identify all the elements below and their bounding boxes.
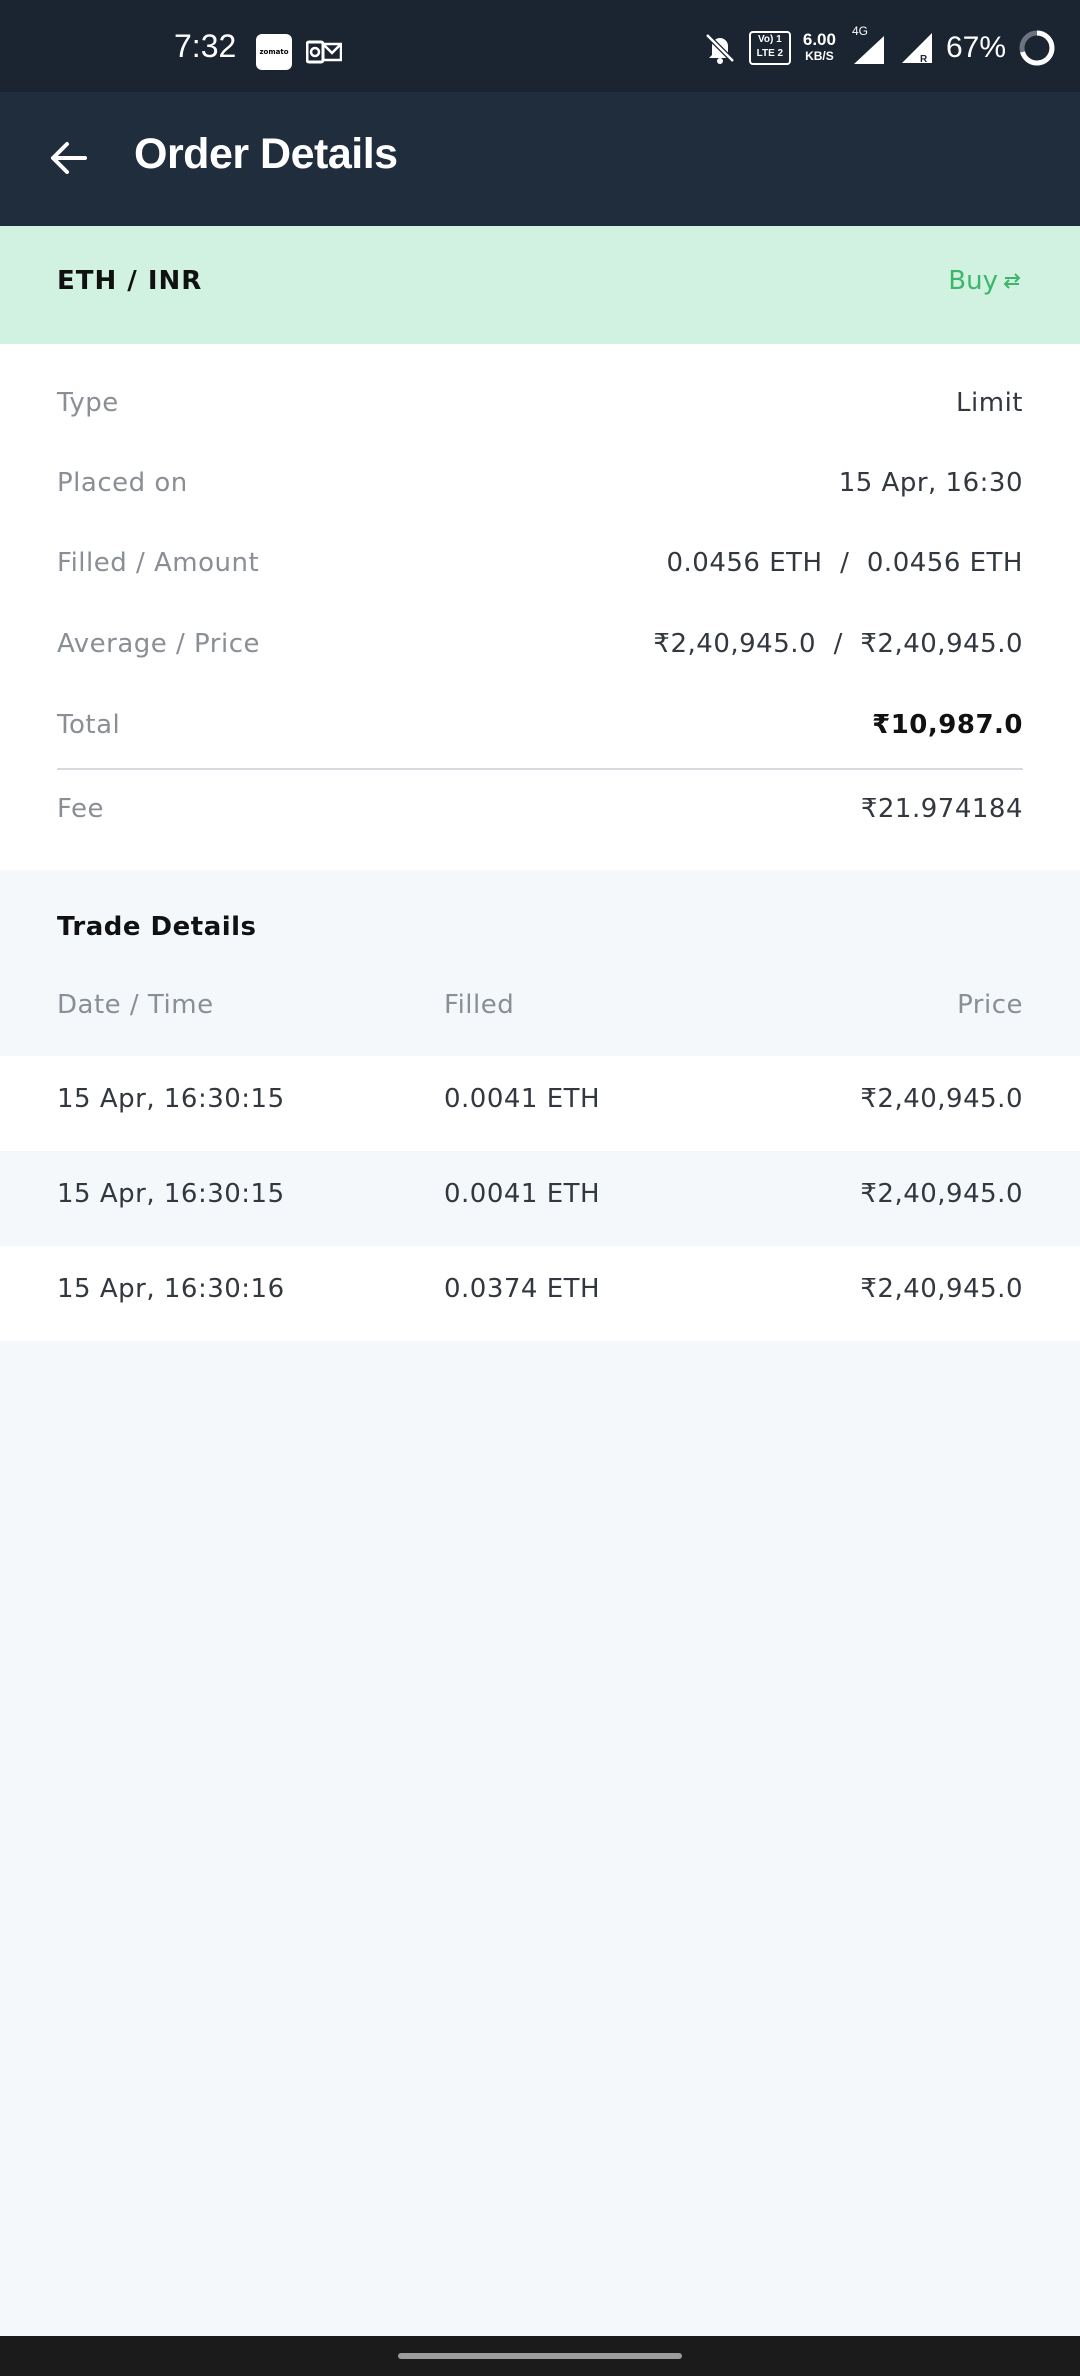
trade-row: 15 Apr, 16:30:15 0.0041 ETH ₹2,40,945.0	[0, 1151, 1080, 1246]
detail-row-placed-on: Placed on 15 Apr, 16:30	[57, 463, 1023, 503]
status-time: 7:32	[174, 28, 237, 64]
detail-row-fee: Fee ₹21.974184	[57, 789, 1023, 829]
trade-price: ₹2,40,945.0	[860, 1274, 1023, 1304]
detail-row-filled-amount: Filled / Amount 0.0456 ETH / 0.0456 ETH	[57, 543, 1023, 583]
detail-row-type: Type Limit	[57, 383, 1023, 423]
svg-text:R: R	[920, 54, 928, 65]
section-title: Trade Details	[57, 912, 257, 942]
signal-roaming-icon: R	[901, 33, 932, 65]
detail-row-total: Total ₹10,987.0	[57, 705, 1023, 745]
order-details-panel: Type Limit Placed on 15 Apr, 16:30 Fille…	[0, 344, 1080, 870]
detail-value: Limit	[956, 388, 1023, 418]
back-button[interactable]	[36, 125, 102, 191]
divider	[57, 768, 1023, 770]
battery-percent: 67%	[945, 31, 1006, 64]
mute-icon	[705, 33, 735, 64]
detail-label: Average / Price	[57, 629, 260, 659]
arrow-left-icon	[51, 142, 87, 174]
detail-value: ₹21.974184	[860, 794, 1023, 824]
pair-banner: ETH / INR Buy	[0, 226, 1080, 344]
network-speed: 6.00 KB/S	[802, 30, 836, 63]
detail-label: Filled / Amount	[57, 548, 260, 578]
detail-row-average-price: Average / Price ₹2,40,945.0 / ₹2,40,945.…	[57, 624, 1023, 664]
swap-arrows-icon	[1003, 273, 1021, 289]
trade-row: 15 Apr, 16:30:16 0.0374 ETH ₹2,40,945.0	[0, 1246, 1080, 1341]
detail-label: Placed on	[57, 468, 188, 498]
detail-label: Type	[57, 388, 119, 418]
home-indicator[interactable]	[398, 2353, 682, 2359]
detail-value: 15 Apr, 16:30	[838, 468, 1023, 498]
column-header-filled: Filled	[444, 990, 515, 1020]
order-details-screen: 7:32 zomato Vo) 1 LTE 2 6.00 KB/S 4G R 6…	[0, 0, 1080, 2376]
trade-row: 15 Apr, 16:30:15 0.0041 ETH ₹2,40,945.0	[0, 1056, 1080, 1151]
trade-filled: 0.0041 ETH	[444, 1084, 601, 1114]
trade-details-header: Trade Details Date / Time Filled Price	[0, 870, 1080, 1056]
page-title: Order Details	[134, 130, 398, 178]
system-nav-bar	[0, 2336, 1080, 2376]
order-side-label: Buy	[948, 266, 1022, 296]
trade-price: ₹2,40,945.0	[860, 1179, 1023, 1209]
detail-value: ₹10,987.0	[872, 710, 1023, 740]
pair-name: ETH / INR	[57, 266, 203, 296]
trade-filled: 0.0374 ETH	[444, 1274, 601, 1304]
trade-filled: 0.0041 ETH	[444, 1179, 601, 1209]
trade-price: ₹2,40,945.0	[860, 1084, 1023, 1114]
app-bar: Order Details	[0, 92, 1080, 226]
detail-value: 0.0456 ETH / 0.0456 ETH	[666, 548, 1023, 578]
detail-value: ₹2,40,945.0 / ₹2,40,945.0	[653, 629, 1023, 659]
signal-icon: 4G	[848, 24, 888, 66]
detail-label: Total	[57, 710, 121, 740]
status-bar: 7:32 zomato Vo) 1 LTE 2 6.00 KB/S 4G R 6…	[0, 0, 1080, 92]
trade-date: 15 Apr, 16:30:15	[57, 1084, 285, 1114]
zomato-notification-icon: zomato	[256, 34, 292, 70]
trade-date: 15 Apr, 16:30:15	[57, 1179, 285, 1209]
trade-date: 15 Apr, 16:30:16	[57, 1274, 285, 1304]
column-header-price: Price	[957, 990, 1023, 1020]
outlook-notification-icon	[306, 40, 342, 64]
detail-label: Fee	[57, 794, 105, 824]
battery-icon	[1019, 30, 1055, 66]
column-header-date: Date / Time	[57, 990, 214, 1020]
volte-icon: Vo) 1 LTE 2	[748, 31, 791, 65]
